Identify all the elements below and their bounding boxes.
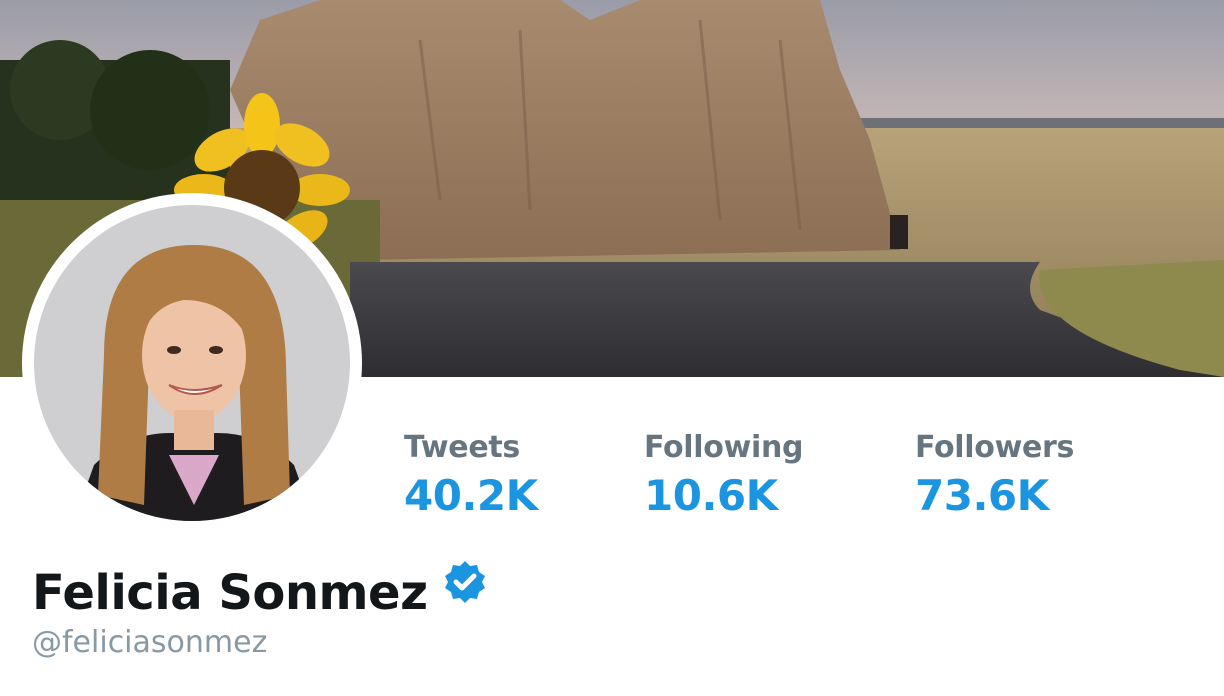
stat-following-value: 10.6K: [644, 471, 778, 520]
profile-avatar[interactable]: [22, 193, 362, 533]
stat-tweets-label: Tweets: [404, 430, 520, 465]
profile-handle[interactable]: @feliciasonmez: [32, 625, 267, 660]
profile-name-row: Felicia Sonmez: [32, 561, 488, 621]
stat-tweets[interactable]: Tweets 40.2K: [404, 430, 538, 520]
stat-following[interactable]: Following 10.6K: [644, 430, 804, 520]
verified-badge-icon: [442, 559, 488, 609]
stat-followers-label: Followers: [915, 430, 1075, 465]
stat-tweets-value: 40.2K: [404, 471, 538, 520]
stat-following-label: Following: [644, 430, 804, 465]
stat-followers-value: 73.6K: [915, 471, 1049, 520]
stat-followers[interactable]: Followers 73.6K: [915, 430, 1074, 520]
profile-name[interactable]: Felicia Sonmez: [32, 565, 428, 621]
avatar-photo: [34, 205, 350, 521]
